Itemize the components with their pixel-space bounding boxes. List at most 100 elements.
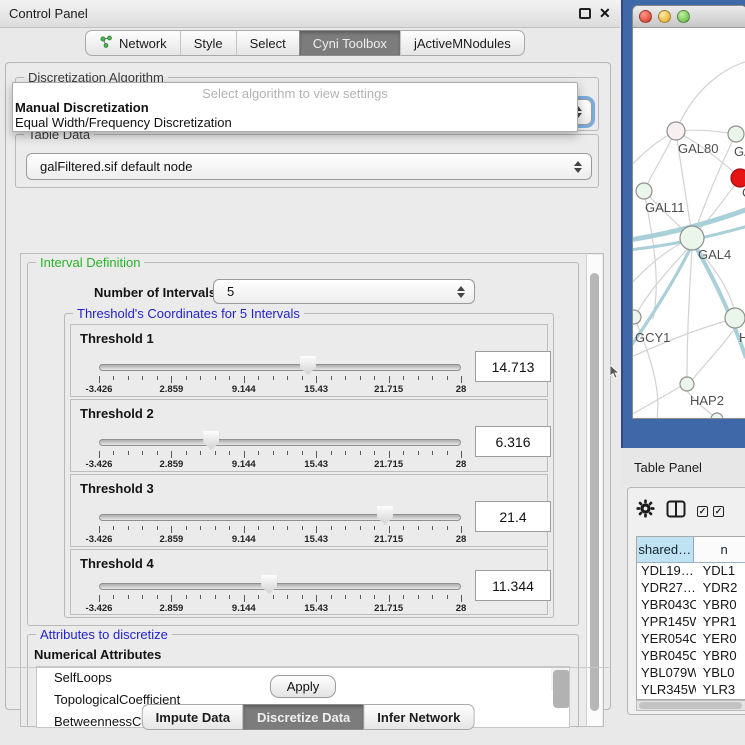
- scrollbar-thumb[interactable]: [639, 702, 742, 709]
- table-panel-titlebar: Table Panel: [621, 448, 745, 486]
- column-header-name[interactable]: n: [694, 537, 745, 562]
- tab-select[interactable]: Select: [236, 30, 299, 56]
- slider-track[interactable]: [99, 364, 461, 371]
- threshold-value-field[interactable]: 6.316: [475, 426, 551, 457]
- network-node[interactable]: [725, 308, 745, 328]
- cell-shared-name[interactable]: YPR145W: [637, 614, 697, 631]
- cell-name[interactable]: YBL0: [697, 665, 745, 682]
- slider-thumb[interactable]: [377, 506, 393, 525]
- cell-shared-name[interactable]: YBL079W: [637, 665, 697, 682]
- table-row[interactable]: YBL079WYBL0: [637, 665, 745, 682]
- zoom-traffic-light-icon[interactable]: [677, 10, 690, 23]
- threshold-value-field[interactable]: 11.344: [475, 570, 551, 601]
- close-icon[interactable]: ✕: [599, 5, 611, 22]
- table-row[interactable]: YBR045CYBR0: [637, 648, 745, 665]
- cell-shared-name[interactable]: YBR045C: [637, 648, 697, 665]
- algorithm-option-manual[interactable]: Manual Discretization: [13, 100, 577, 115]
- interval-definition-legend: Interval Definition: [36, 255, 144, 270]
- tab-cyni-toolbox[interactable]: Cyni Toolbox: [299, 30, 400, 56]
- table-row[interactable]: YDR27…YDR2: [637, 580, 745, 597]
- cell-name[interactable]: YER0: [697, 631, 745, 648]
- cell-shared-name[interactable]: YDR27…: [637, 580, 697, 597]
- tab-discretize-data[interactable]: Discretize Data: [243, 704, 363, 730]
- column-header-shared-name[interactable]: shared…: [637, 537, 694, 562]
- tick-label: 28: [456, 384, 467, 395]
- slider-ticks: [99, 451, 461, 458]
- tab-jactivemnodules[interactable]: jActiveMNodules: [400, 30, 525, 56]
- attributes-legend: Attributes to discretize: [36, 627, 172, 642]
- cell-shared-name[interactable]: YLR345W: [637, 682, 697, 699]
- cell-name[interactable]: YDR2: [697, 580, 745, 597]
- tab-impute-data[interactable]: Impute Data: [142, 704, 243, 730]
- slider-thumb[interactable]: [203, 431, 219, 450]
- table-panel-toolbar: ✓ ✓: [636, 496, 745, 526]
- scrollbar-thumb[interactable]: [590, 273, 599, 711]
- tab-label: Discretize Data: [257, 710, 350, 725]
- cell-shared-name[interactable]: YBR043C: [637, 597, 697, 614]
- table-row[interactable]: YPR145WYPR1: [637, 614, 745, 631]
- tick-label: 28: [456, 603, 467, 614]
- slider-track[interactable]: [99, 439, 461, 446]
- algorithm-hint: Select algorithm to view settings: [13, 83, 577, 100]
- float-window-icon[interactable]: [579, 8, 591, 19]
- network-window-titlebar[interactable]: [633, 6, 745, 28]
- cell-shared-name[interactable]: YER054C: [637, 631, 697, 648]
- threshold-label: Threshold 3: [80, 481, 154, 496]
- algorithm-option-equal-width[interactable]: Equal Width/Frequency Discretization: [13, 115, 577, 130]
- slider-tick-labels: -3.4262.8599.14415.4321.71528: [99, 384, 461, 395]
- spinner-icon: [457, 286, 465, 298]
- network-node[interactable]: [667, 122, 685, 140]
- network-node[interactable]: [633, 310, 641, 324]
- slider-track[interactable]: [99, 514, 461, 521]
- cell-name[interactable]: YBR0: [697, 648, 745, 665]
- node-table[interactable]: shared… n YDL19…YDL1YDR27…YDR2YBR043CYBR…: [636, 536, 745, 700]
- threshold-panel: Threshold 2 -3.4262.8599.14415.4321.7152…: [70, 399, 548, 472]
- checkbox-checked-icon[interactable]: ✓: [713, 506, 724, 517]
- tick-label: 9.144: [232, 603, 256, 614]
- close-traffic-light-icon[interactable]: [639, 10, 652, 23]
- vertical-scrollbar[interactable]: [586, 255, 602, 726]
- slider-track[interactable]: [99, 583, 461, 590]
- gear-icon[interactable]: [636, 499, 655, 523]
- apply-button[interactable]: Apply: [270, 675, 336, 698]
- tick-label: 9.144: [232, 384, 256, 395]
- threshold-label: Threshold 1: [80, 331, 154, 346]
- cell-name[interactable]: YLR3: [697, 682, 745, 699]
- cell-shared-name[interactable]: YDL19…: [637, 563, 697, 580]
- tick-label: 28: [456, 459, 467, 470]
- threshold-value-field[interactable]: 14.713: [475, 351, 551, 382]
- split-columns-icon[interactable]: [666, 500, 686, 523]
- tab-label: Select: [250, 36, 286, 51]
- table-row[interactable]: YBR043CYBR0: [637, 597, 745, 614]
- threshold-value-field[interactable]: 21.4: [475, 501, 551, 532]
- number-of-intervals-select[interactable]: 5: [213, 279, 475, 304]
- tick-label: 2.859: [160, 534, 184, 545]
- network-canvas[interactable]: GAL80GACGAL11GAL4GCY1HHAP2: [633, 28, 745, 419]
- network-node[interactable]: [680, 377, 694, 391]
- threshold-panel: Threshold 4 -3.4262.8599.14415.4321.7152…: [70, 549, 548, 615]
- table-row[interactable]: YER054CYER0: [637, 631, 745, 648]
- table-header-row: shared… n: [637, 537, 745, 563]
- tab-infer-network[interactable]: Infer Network: [363, 704, 474, 730]
- network-node[interactable]: [711, 413, 723, 419]
- table-row[interactable]: YLR345WYLR3: [637, 682, 745, 699]
- tick-label: 21.715: [374, 603, 403, 614]
- horizontal-scrollbar[interactable]: [636, 700, 745, 711]
- tab-style[interactable]: Style: [180, 30, 236, 56]
- cell-name[interactable]: YPR1: [697, 614, 745, 631]
- slider-thumb[interactable]: [300, 356, 316, 375]
- thresholds-legend: Threshold's Coordinates for 5 Intervals: [73, 306, 304, 321]
- tab-network[interactable]: Network: [85, 30, 180, 56]
- network-node[interactable]: [728, 126, 744, 142]
- slider-thumb[interactable]: [261, 575, 277, 594]
- tab-label: Impute Data: [156, 710, 230, 725]
- checkbox-checked-icon[interactable]: ✓: [697, 506, 708, 517]
- table-panel-title: Table Panel: [634, 460, 702, 475]
- table-data-select[interactable]: galFiltered.sif default node: [26, 153, 592, 180]
- cell-name[interactable]: YDL1: [697, 563, 745, 580]
- network-node[interactable]: [636, 183, 652, 199]
- minimize-traffic-light-icon[interactable]: [658, 10, 671, 23]
- table-row[interactable]: YDL19…YDL1: [637, 563, 745, 580]
- cell-name[interactable]: YBR0: [697, 597, 745, 614]
- threshold-label: Threshold 2: [80, 406, 154, 421]
